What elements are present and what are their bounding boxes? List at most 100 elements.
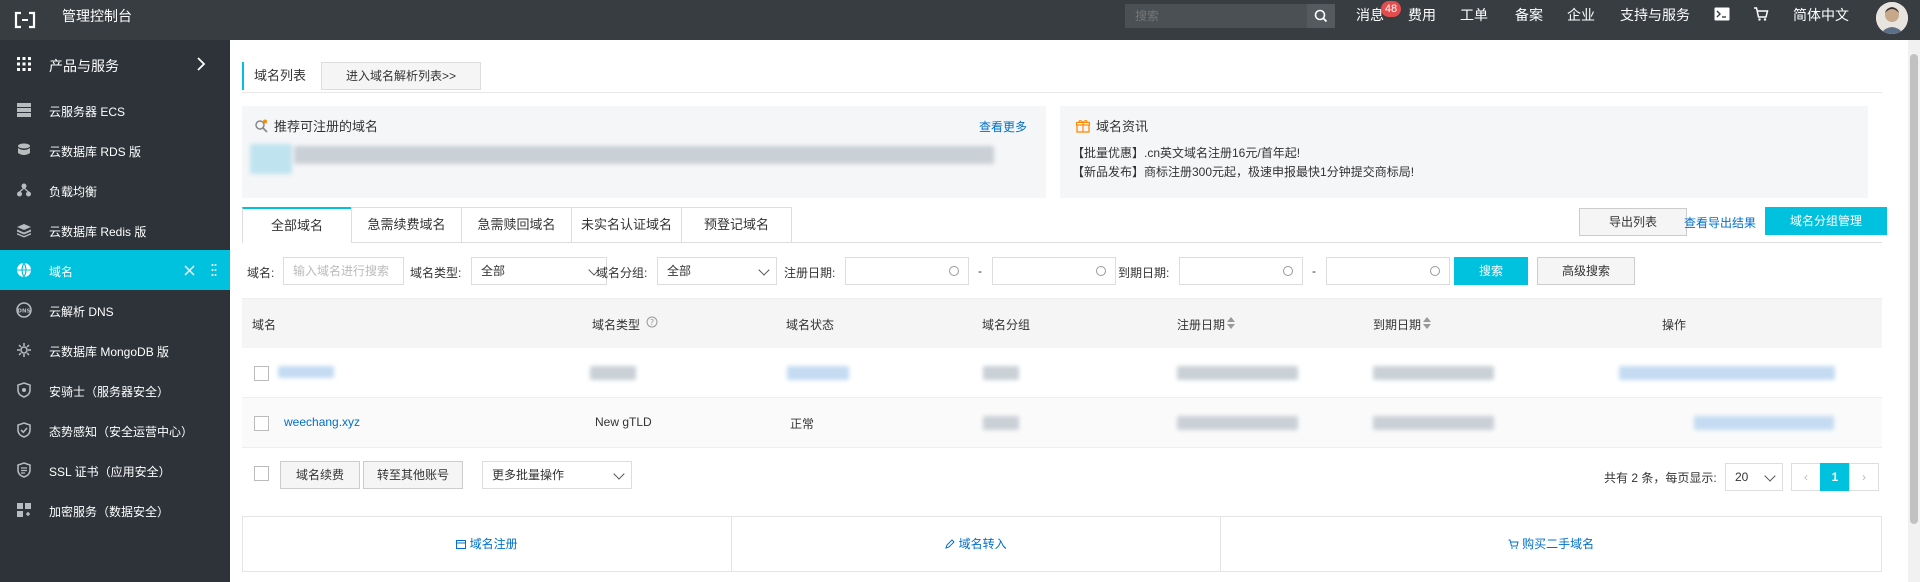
domain-type-select[interactable]: 全部 [471,257,607,285]
search-input[interactable] [1125,4,1305,28]
news-item[interactable]: 【新品发布】商标注册300元起，极速申报最快1分钟提交商标局! [1072,163,1414,180]
go-to-dns-list-button[interactable]: 进入域名解析列表>> [321,62,481,90]
chevron-right-icon [197,57,206,71]
nav-language[interactable]: 简体中文 [1793,0,1849,30]
prev-page-button[interactable]: ‹ [1791,463,1821,491]
sidebar-item-slb[interactable]: 负载均衡 [0,170,230,210]
sidebar-item-ecs[interactable]: 云服务器 ECS [0,90,230,130]
buy-second-hand-domain-link[interactable]: 购买二手域名 [1221,517,1881,571]
sort-icon[interactable] [1226,316,1236,330]
nav-tickets[interactable]: 工单 [1460,0,1488,30]
operations-links-blurred[interactable] [1619,366,1835,380]
dns-icon: DNS [16,302,32,318]
nav-support[interactable]: 支持与服务 [1620,0,1690,30]
domain-group-manage-button[interactable]: 域名分组管理 [1765,207,1887,235]
mongodb-icon [17,343,31,357]
clock-icon [1430,266,1440,276]
more-batch-actions-select[interactable]: 更多批量操作 [482,461,632,489]
shield-check-icon [17,422,31,438]
tab-renew-needed[interactable]: 急需续费域名 [351,207,462,243]
batch-renew-button[interactable]: 域名续费 [280,461,360,489]
pencil-icon [945,539,956,549]
nav-messages[interactable]: 消息 [1356,0,1384,30]
aliyun-logo-icon[interactable] [14,10,36,30]
next-page-button[interactable]: › [1849,463,1879,491]
domain-transfer-in-link[interactable]: 域名转入 [732,517,1220,571]
advanced-search-button[interactable]: 高级搜索 [1537,257,1635,285]
domain-register-link[interactable]: 域名注册 [243,517,731,571]
tab-redeem-needed[interactable]: 急需赎回域名 [461,207,572,243]
nav-billing[interactable]: 费用 [1408,0,1436,30]
operations-links-blurred[interactable] [1694,416,1834,430]
domain-group-blurred [983,416,1019,430]
domain-name-link[interactable]: weechang.xyz [284,415,360,429]
date-range-dash: - [978,264,982,278]
sidebar-item-label: 云数据库 MongoDB 版 [49,345,170,359]
exp-date-start-input[interactable] [1179,257,1303,285]
col-reg-date[interactable]: 注册日期 [1177,316,1225,333]
clock-icon [1096,266,1106,276]
search-button[interactable] [1307,4,1335,28]
news-item[interactable]: 【批量优惠】.cn英文域名注册16元/首年起! [1072,144,1300,161]
drag-handle-icon[interactable] [211,263,217,277]
load-balancer-icon [17,183,31,197]
reg-date-start-input[interactable] [845,257,969,285]
tab-all-domains[interactable]: 全部域名 [242,207,352,243]
col-operations: 操作 [1662,318,1687,332]
nav-enterprise[interactable]: 企业 [1567,0,1595,30]
calendar-icon [456,540,467,549]
recommended-domain-blurred[interactable] [250,144,292,174]
page-size-select[interactable]: 20 [1725,463,1783,491]
domain-name-blurred[interactable] [278,366,334,378]
page-1-button[interactable]: 1 [1820,463,1850,491]
help-icon[interactable]: ? [646,316,658,328]
search-recommend-icon [255,119,268,133]
sidebar-item-redis[interactable]: 云数据库 Redis 版 [0,210,230,250]
sidebar-item-mongodb[interactable]: 云数据库 MongoDB 版 [0,330,230,370]
row-checkbox[interactable] [254,366,269,381]
sidebar-item-rds[interactable]: 云数据库 RDS 版 [0,130,230,170]
domain-group-label: 域名分组: [596,266,648,280]
sidebar-item-ssl[interactable]: SSL 证书（应用安全） [0,450,230,490]
page-scrollbar[interactable] [1908,40,1920,582]
sidebar-item-encryption[interactable]: 加密服务（数据安全） [0,490,230,530]
tab-unverified[interactable]: 未实名认证域名 [571,207,682,243]
scrollbar-thumb[interactable] [1910,54,1918,524]
cart-icon[interactable] [1753,6,1769,22]
close-icon[interactable] [184,265,195,276]
sidebar-item-dns[interactable]: DNS 云解析 DNS [0,290,230,330]
row-checkbox[interactable] [254,416,269,431]
domain-search-input[interactable]: 输入域名进行搜索 [283,257,404,285]
global-search [1125,4,1335,28]
sidebar-item-domain[interactable]: 域名 [0,250,230,290]
top-bar: 管理控制台 消息 48 费用 工单 备案 企业 支持与服务 简体中文 [0,0,1920,40]
terminal-icon[interactable] [1714,7,1730,21]
reg-date-label: 注册日期: [784,266,836,280]
sidebar-item-aegis[interactable]: 安骑士（服务器安全） [0,370,230,410]
message-count-badge: 48 [1381,1,1401,17]
domain-group-select[interactable]: 全部 [657,257,777,285]
see-more-link[interactable]: 查看更多 [979,118,1027,135]
view-export-result-link[interactable]: 查看导出结果 [1684,214,1756,231]
transfer-account-button[interactable]: 转至其他账号 [363,461,463,489]
exp-date-blurred [1373,366,1494,380]
select-all-checkbox[interactable] [254,466,269,481]
chevron-down-icon [613,468,625,480]
tab-pre-registered[interactable]: 预登记域名 [681,207,792,243]
exp-date-end-input[interactable] [1326,257,1450,285]
nav-icp[interactable]: 备案 [1515,0,1543,30]
export-list-button[interactable]: 导出列表 [1579,208,1687,236]
sidebar-item-label: 云数据库 Redis 版 [49,225,147,239]
console-title[interactable]: 管理控制台 [62,0,132,32]
recommended-domains-blurred[interactable] [294,146,994,164]
user-avatar[interactable] [1876,2,1908,34]
sort-icon[interactable] [1422,316,1432,330]
col-exp-date[interactable]: 到期日期 [1373,316,1421,333]
server-icon [17,103,31,117]
products-services-menu[interactable]: 产品与服务 [0,40,230,88]
sidebar-item-situation[interactable]: 态势感知（安全运营中心） [0,410,230,450]
sidebar-item-label: 域名 [49,265,74,279]
quick-links-bar: 域名注册 域名转入 购买二手域名 [242,516,1882,572]
reg-date-end-input[interactable] [992,257,1116,285]
search-button[interactable]: 搜索 [1454,257,1528,285]
